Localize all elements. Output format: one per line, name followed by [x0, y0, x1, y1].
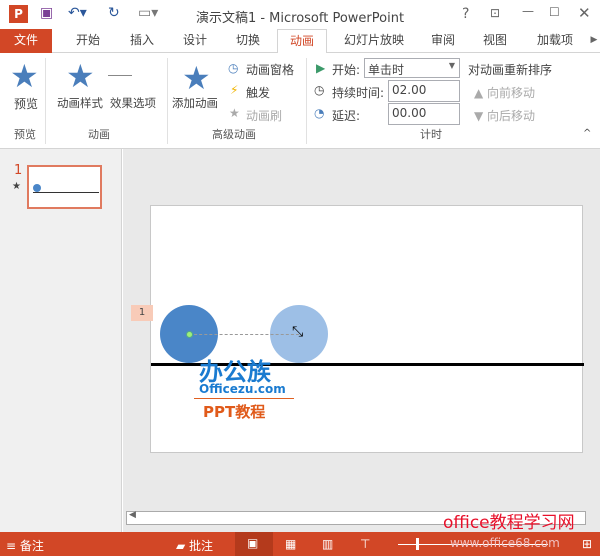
fit-slide-icon[interactable]: ⊞: [582, 537, 592, 551]
tab-transitions[interactable]: 切换: [224, 29, 272, 53]
animation-painter-icon: ★: [229, 106, 240, 120]
comments-button[interactable]: ▰ 批注: [176, 537, 213, 554]
delay-value: 00.00: [392, 106, 427, 120]
status-bar: ≡ 备注 ▰ 批注 ▣ ▦ ▥ ⊤ www.office68.com ⊞: [0, 532, 600, 556]
animation-pane-button[interactable]: 动画窗格: [246, 61, 294, 78]
trigger-icon: ⚡: [230, 83, 239, 97]
slideshow-button[interactable]: ⊤: [360, 537, 370, 551]
slide-sorter-button[interactable]: ▦: [285, 537, 296, 551]
move-earlier-button: ▲ 向前移动: [474, 86, 536, 100]
move-earlier-label: 向前移动: [487, 86, 536, 100]
animation-styles-icon: ★: [66, 57, 95, 95]
normal-view-icon: ▣: [247, 536, 259, 550]
tab-insert[interactable]: 插入: [118, 29, 166, 53]
slide-number: 1: [14, 163, 23, 178]
zoom-slider-thumb[interactable]: [416, 538, 419, 550]
duration-value: 02.00: [392, 83, 427, 97]
normal-view-button[interactable]: ▣: [235, 532, 273, 556]
animation-styles-button[interactable]: 动画样式: [57, 95, 103, 111]
help-button[interactable]: ?: [462, 6, 469, 22]
reorder-label: 对动画重新排序: [468, 63, 553, 77]
watermark-logo-url: Officezu.com: [199, 382, 286, 396]
path-start-handle[interactable]: [186, 331, 193, 338]
group-label-preview: 预览: [14, 128, 36, 141]
watermark-url: www.office68.com: [450, 536, 560, 550]
motion-path[interactable]: [189, 334, 299, 335]
thumbnail-pane: 1 ★: [0, 149, 122, 532]
tabs-scroll-right-icon[interactable]: ▶: [588, 29, 600, 53]
trigger-button[interactable]: 触发: [246, 84, 270, 101]
animation-painter-button: 动画刷: [246, 109, 283, 123]
start-label: 开始:: [332, 63, 361, 77]
collapse-ribbon-icon[interactable]: ^: [583, 128, 591, 139]
minimize-button[interactable]: —: [522, 4, 534, 18]
window-title: 演示文稿1 - Microsoft PowerPoint: [195, 11, 405, 26]
ribbon-display-button[interactable]: ⊡: [490, 6, 500, 20]
tab-addins[interactable]: 加载项: [527, 29, 583, 53]
maximize-button[interactable]: ☐: [549, 5, 560, 19]
scroll-left-icon[interactable]: ◀: [129, 510, 136, 520]
animation-star-icon: ★: [12, 181, 21, 192]
preview-star-icon: ★: [10, 57, 39, 95]
tab-review[interactable]: 审阅: [420, 29, 466, 53]
watermark-logo-sub: PPT教程: [203, 403, 266, 421]
preview-button[interactable]: 预览: [14, 95, 38, 112]
animation-pane-icon: ◷: [228, 61, 239, 75]
group-label-timing: 计时: [420, 128, 442, 141]
delay-icon: ◔: [314, 106, 325, 120]
effect-options-button[interactable]: 效果选项: [110, 95, 156, 111]
add-animation-button[interactable]: 添加动画: [172, 95, 218, 111]
tab-home[interactable]: 开始: [64, 29, 112, 53]
move-later-label: 向后移动: [487, 109, 536, 123]
slide-canvas[interactable]: 1 ⤡ 办公族 Officezu.com PPT教程: [131, 205, 584, 453]
comments-label: 批注: [189, 539, 214, 553]
tab-design[interactable]: 设计: [171, 29, 219, 53]
effect-options-icon: [108, 75, 132, 76]
title-bar: P ▣ ↶▾ ↻ ▭▾ 演示文稿1 - Microsoft PowerPoint…: [0, 0, 600, 29]
animation-tag[interactable]: 1: [131, 305, 153, 321]
tab-slideshow[interactable]: 幻灯片放映: [334, 29, 414, 53]
add-animation-icon: ★: [182, 59, 211, 97]
close-button[interactable]: ✕: [578, 4, 591, 22]
start-select[interactable]: 单击时 ▼: [364, 58, 460, 78]
resize-cursor-icon: ⤡: [292, 324, 304, 340]
slide-thumbnail[interactable]: [27, 165, 102, 209]
move-later-button: ▼ 向后移动: [474, 109, 536, 123]
group-label-advanced: 高级动画: [212, 128, 256, 141]
tab-view[interactable]: 视图: [472, 29, 518, 53]
ribbon-tabs: 文件 开始 插入 设计 切换 动画 幻灯片放映 审阅 视图 加载项 ▶: [0, 29, 600, 54]
duration-label: 持续时间:: [332, 86, 385, 100]
notes-button[interactable]: ≡ 备注: [6, 537, 44, 554]
group-label-animation: 动画: [88, 128, 110, 141]
divider: [167, 58, 168, 144]
tab-animations[interactable]: 动画: [277, 29, 327, 54]
delay-input[interactable]: 00.00: [388, 103, 460, 125]
reading-view-button[interactable]: ▥: [322, 537, 333, 551]
delay-label: 延迟:: [332, 109, 361, 123]
chevron-down-icon: ▼: [448, 61, 455, 70]
divider: [306, 58, 307, 144]
tab-file[interactable]: 文件: [0, 29, 52, 53]
notes-label: 备注: [19, 539, 44, 553]
start-value: 单击时: [368, 63, 405, 77]
divider: [45, 58, 46, 144]
start-icon: ▶: [316, 61, 326, 75]
duration-input[interactable]: 02.00: [388, 80, 460, 102]
watermark-text: office教程学习网: [443, 513, 575, 533]
clock-icon: ◷: [314, 83, 325, 97]
